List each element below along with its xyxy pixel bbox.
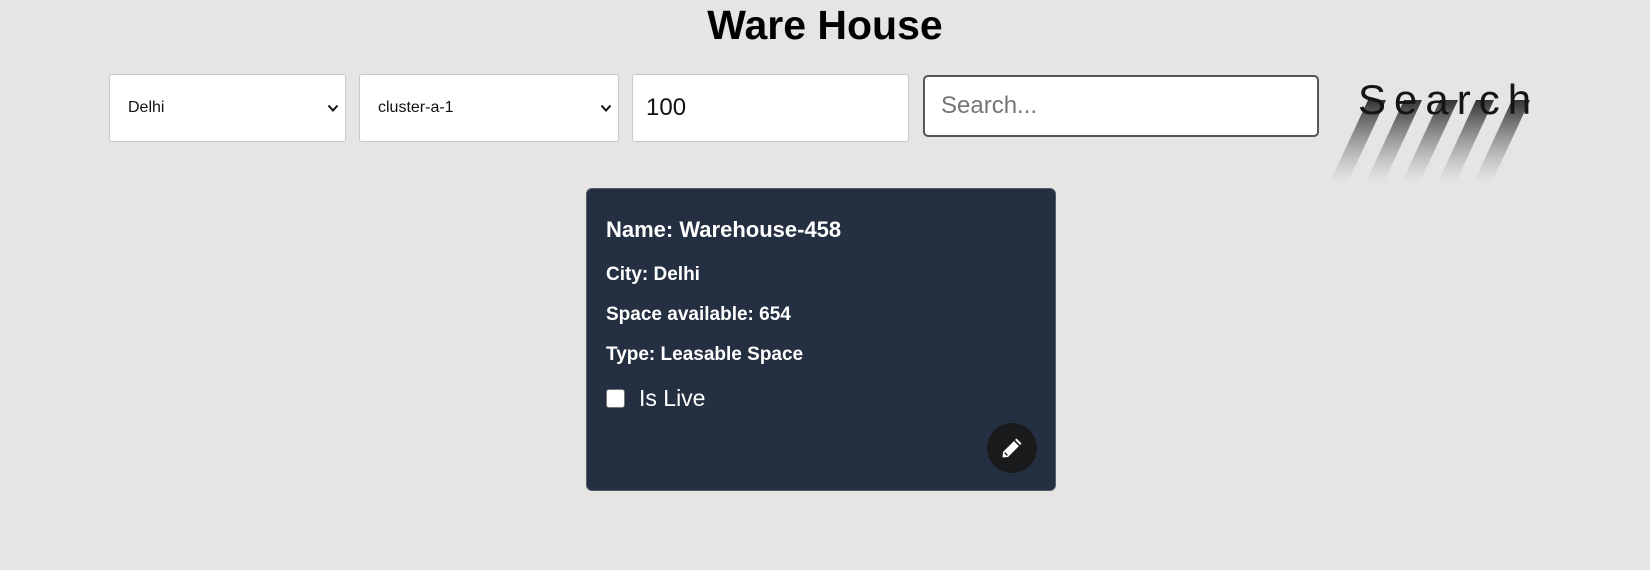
cluster-select[interactable]: cluster-a-1 [359,74,619,142]
city-select[interactable]: Delhi [109,74,346,142]
search-input[interactable] [923,75,1319,137]
search-button[interactable]: Search [1318,70,1558,195]
chevron-down-icon [327,104,339,112]
edit-button[interactable] [987,423,1037,473]
is-live-checkbox[interactable] [606,389,625,408]
warehouse-name: Name: Warehouse-458 [606,217,842,242]
page-title: Ware House [707,2,943,48]
warehouse-space: Space available: 654 [606,304,791,325]
space-input[interactable] [632,74,909,142]
warehouse-type: Type: Leasable Space [606,344,804,365]
city-select-value: Delhi [128,99,165,116]
warehouse-city: City: Delhi [606,264,700,285]
cluster-select-value: cluster-a-1 [378,99,454,116]
search-button-label: Search [1358,76,1540,123]
pencil-icon [1002,438,1022,458]
is-live-label: Is Live [639,385,706,411]
warehouse-card[interactable]: Name: Warehouse-458 City: Delhi Space av… [586,188,1056,491]
chevron-down-icon [600,104,612,112]
